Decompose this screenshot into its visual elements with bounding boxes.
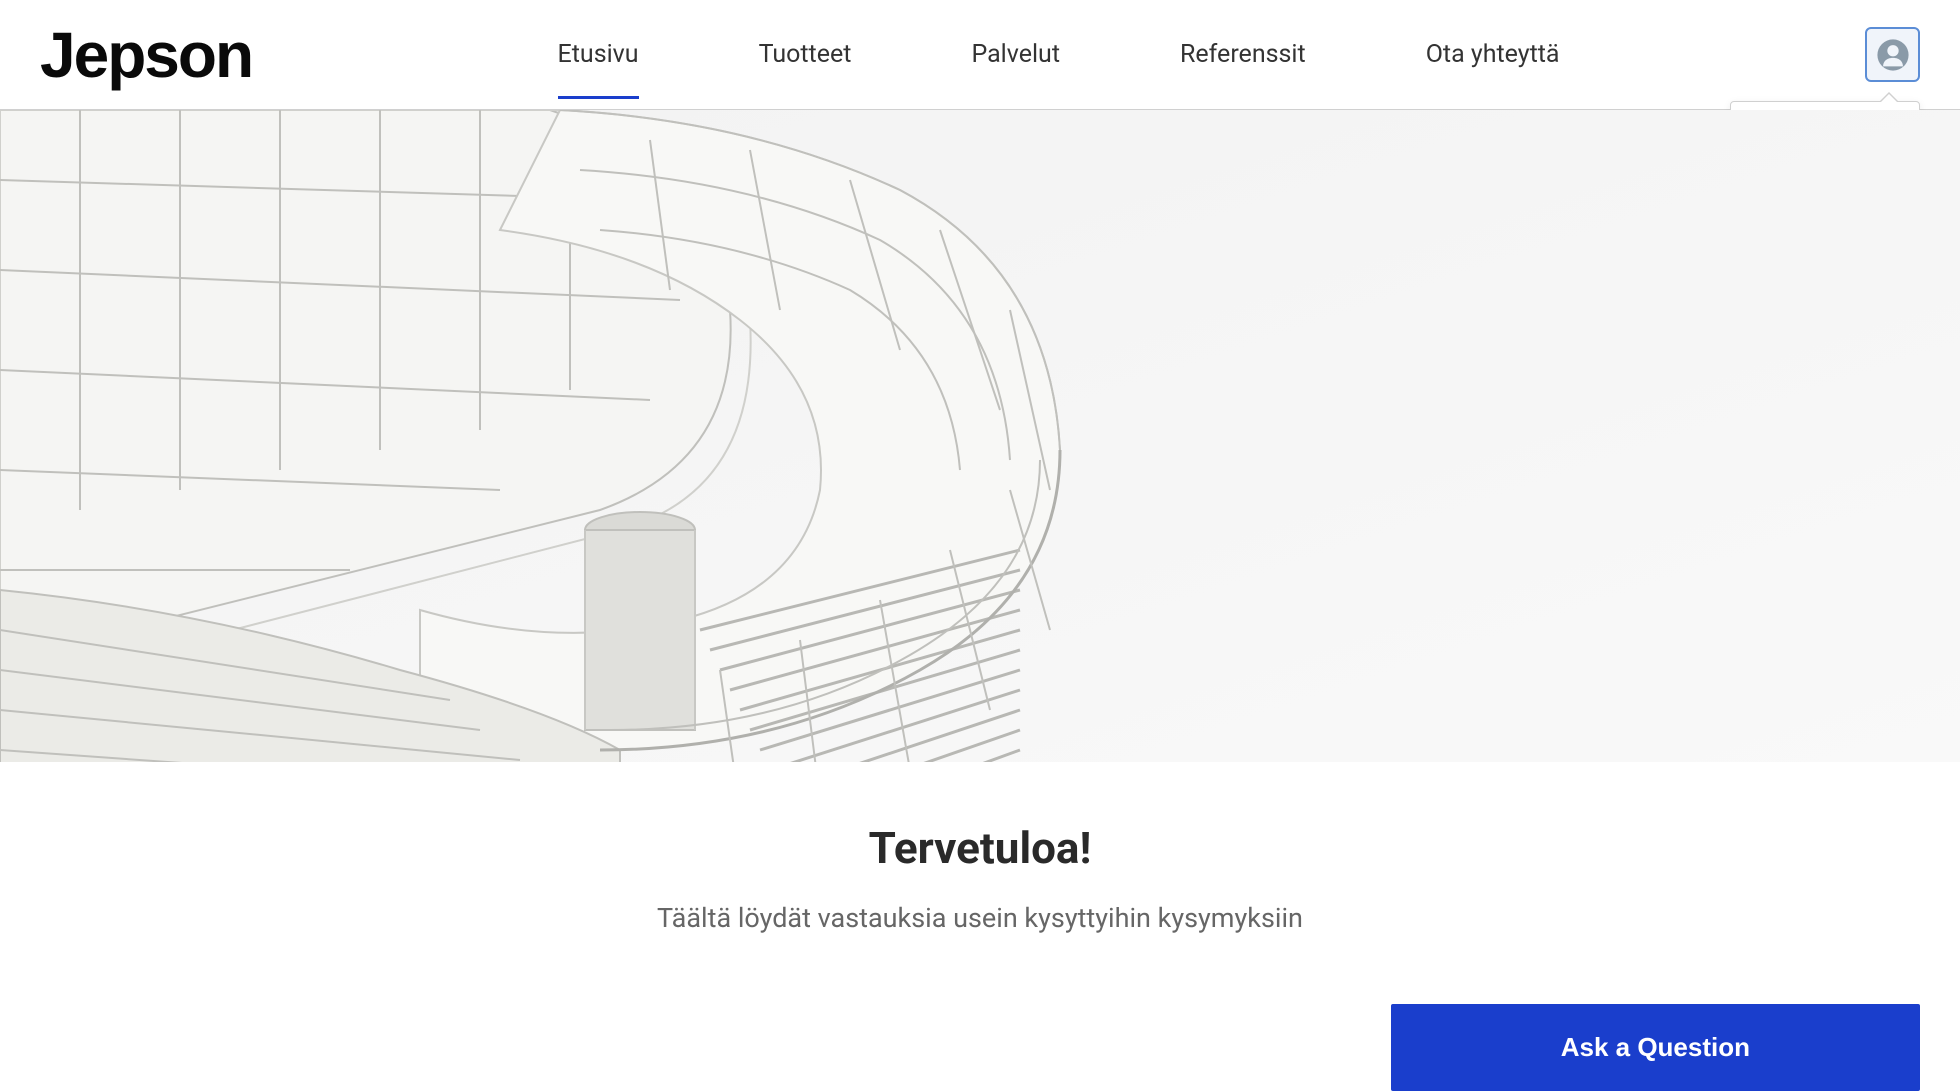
main-header: Jepson Etusivu Tuotteet Palvelut Referen… bbox=[0, 0, 1960, 110]
logo[interactable]: Jepson bbox=[40, 18, 252, 92]
account-button[interactable] bbox=[1865, 27, 1920, 82]
cta-section: Ask a Question bbox=[0, 974, 1960, 1091]
nav-services[interactable]: Palvelut bbox=[971, 30, 1060, 79]
welcome-subtitle: Täältä löydät vastauksia usein kysyttyih… bbox=[20, 902, 1940, 934]
nav-contact[interactable]: Ota yhteyttä bbox=[1426, 30, 1560, 79]
account-section: Kirjaudu ulos bbox=[1865, 27, 1920, 82]
person-icon bbox=[1876, 38, 1910, 72]
welcome-title: Tervetuloa! bbox=[20, 822, 1940, 874]
nav-home[interactable]: Etusivu bbox=[558, 30, 639, 79]
ask-question-button[interactable]: Ask a Question bbox=[1391, 1004, 1920, 1091]
nav-references[interactable]: Referenssit bbox=[1180, 30, 1306, 79]
hero-image bbox=[0, 110, 1960, 762]
welcome-section: Tervetuloa! Täältä löydät vastauksia use… bbox=[0, 762, 1960, 974]
nav-products[interactable]: Tuotteet bbox=[759, 30, 852, 79]
main-nav: Etusivu Tuotteet Palvelut Referenssit Ot… bbox=[558, 30, 1560, 79]
